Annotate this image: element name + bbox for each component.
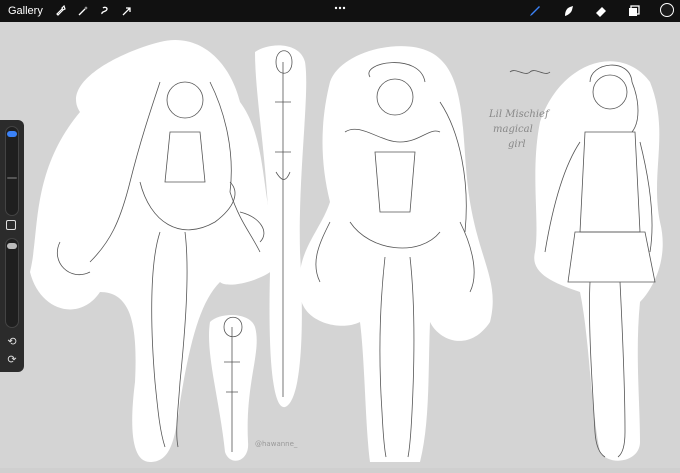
opacity-knob[interactable] (7, 243, 17, 249)
svg-text:girl: girl (508, 139, 526, 150)
brush-size-knob[interactable] (7, 131, 17, 137)
modify-button[interactable] (6, 220, 16, 230)
svg-text:magical: magical (493, 124, 533, 135)
layers-icon[interactable] (625, 2, 643, 20)
opacity-slider[interactable] (5, 238, 19, 328)
magic-wand-icon[interactable] (73, 1, 93, 21)
color-picker[interactable] (660, 3, 674, 17)
smudge-icon[interactable] (560, 2, 578, 20)
eraser-icon[interactable] (592, 2, 610, 20)
transform-arrow-icon[interactable] (117, 1, 137, 21)
brush-size-slider[interactable] (5, 126, 19, 216)
brush-icon[interactable] (525, 2, 543, 20)
undo-icon[interactable]: ⟲ (6, 336, 18, 348)
more-options-icon[interactable] (333, 3, 347, 13)
selection-icon[interactable] (95, 1, 115, 21)
wrench-icon[interactable] (51, 1, 71, 21)
redo-icon[interactable]: ⟳ (6, 354, 18, 366)
sketch-artwork: Lil Mischief magical girl @hawanne_ (30, 40, 663, 463)
top-toolbar: Gallery (0, 0, 680, 22)
left-sidebar: ⟲ ⟳ (0, 120, 24, 372)
handwritten-note: Lil Mischief (488, 109, 551, 120)
signature: @hawanne_ (255, 440, 298, 448)
drawing-canvas[interactable]: Lil Mischief magical girl @hawanne_ (0, 22, 680, 468)
slider-tick (7, 177, 17, 179)
gallery-button[interactable]: Gallery (8, 5, 43, 17)
